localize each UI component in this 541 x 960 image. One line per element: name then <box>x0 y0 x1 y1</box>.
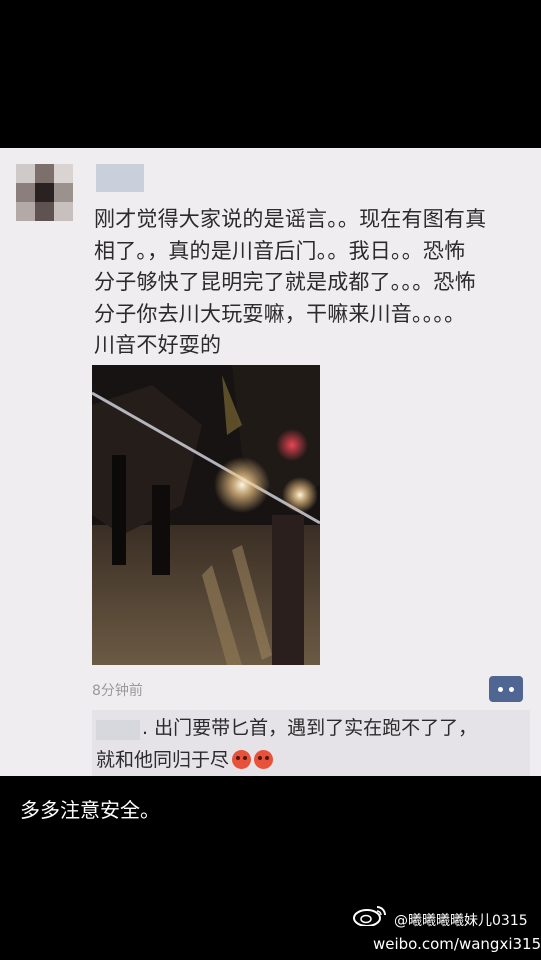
comment-button[interactable] <box>489 676 523 702</box>
night-street-photo <box>92 365 320 665</box>
post-text: 刚才觉得大家说的是谣言。。现在有图有真 相了。，真的是川音后门。。我日。。恐怖 … <box>94 204 532 362</box>
post-text-line: 川音不好耍的 <box>94 333 222 357</box>
reply-text: 就和他同归于尽 <box>96 749 230 771</box>
angry-emoji-icon <box>254 750 274 769</box>
post-text-line: 刚才觉得大家说的是谣言。。现在有图有真 <box>94 207 487 231</box>
reply-box: . 出门要带匕首，遇到了实在跑不了了， 就和他同归于尽 <box>92 710 530 776</box>
reply-text-line2: 就和他同归于尽 <box>96 744 274 776</box>
weibo-post-card: 刚才觉得大家说的是谣言。。现在有图有真 相了。，真的是川音后门。。我日。。恐怖 … <box>0 148 541 776</box>
post-text-line: 分子够快了昆明完了就是成都了。。。恐怖 <box>94 270 476 294</box>
angry-emoji-icon <box>232 750 252 769</box>
reply-text-line: . 出门要带匕首，遇到了实在跑不了了， <box>142 717 478 739</box>
post-timestamp: 8分钟前 <box>92 683 143 699</box>
username-blurred[interactable] <box>96 164 144 192</box>
post-text-line: 分子你去川大玩耍嘛，干嘛来川音。。。。 <box>94 301 466 326</box>
avatar[interactable] <box>16 164 74 222</box>
watermark-url: weibo.com/wangxi315 <box>373 935 541 953</box>
weibo-logo-icon <box>353 906 386 926</box>
post-text-line: 相了。，真的是川音后门。。我日。。恐怖 <box>94 238 466 263</box>
post-photo[interactable] <box>92 365 320 665</box>
watermark-handle: @曦曦曦曦妹儿0315 <box>394 913 528 929</box>
caption-text: 多多注意安全。 <box>20 798 160 822</box>
reply-username-blurred[interactable] <box>96 720 140 740</box>
